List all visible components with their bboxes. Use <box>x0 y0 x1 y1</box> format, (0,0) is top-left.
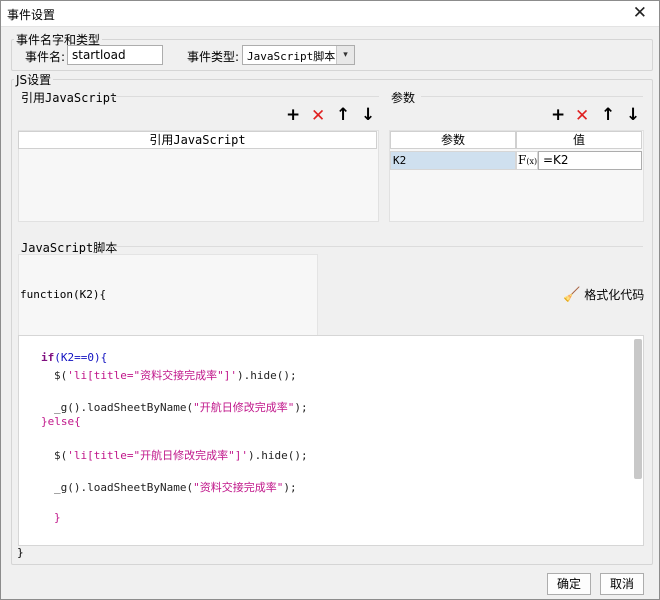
ref-js-divider <box>109 96 379 97</box>
param-name-text: K2 <box>393 154 407 167</box>
chevron-down-icon[interactable]: ▾ <box>336 46 354 64</box>
function-header: function(K2){ <box>18 254 318 336</box>
ref-js-title: 引用JavaScript <box>21 91 118 105</box>
event-type-label: 事件类型: <box>187 50 240 64</box>
editor-scrollbar[interactable] <box>634 339 642 479</box>
params-down-icon[interactable]: ↓ <box>626 106 640 124</box>
code-line-6: _g().loadSheetByName("资料交接完成率"); <box>54 481 297 494</box>
params-divider <box>421 96 643 97</box>
param-value-field[interactable]: =K2 <box>538 151 642 170</box>
title-bar: 事件设置 ✕ <box>1 1 659 27</box>
event-type-select[interactable]: JavaScript脚本 ▾ <box>242 45 355 65</box>
params-col-value: 值 <box>516 131 642 149</box>
format-code-label: 格式化代码 <box>584 288 645 302</box>
format-code-button[interactable]: 🧹 格式化代码 <box>563 286 644 303</box>
code-line-3: _g().loadSheetByName("开航日修改完成率"); <box>54 401 308 414</box>
ref-js-remove-icon[interactable]: ✕ <box>311 107 325 125</box>
function-closing-brace: } <box>17 546 24 559</box>
params-col-param: 参数 <box>390 131 516 149</box>
event-type-value: JavaScript脚本 <box>247 50 336 63</box>
cancel-button[interactable]: 取消 <box>600 573 644 595</box>
event-name-label: 事件名: <box>25 50 66 64</box>
ref-js-up-icon[interactable]: ↑ <box>336 106 350 124</box>
ref-js-down-icon[interactable]: ↓ <box>361 106 375 124</box>
ref-js-add-icon[interactable]: + <box>286 106 300 124</box>
dialog-title: 事件设置 <box>7 8 56 22</box>
code-line-4: }else{ <box>41 415 81 428</box>
broom-icon: 🧹 <box>563 287 581 303</box>
function-signature: function(K2){ <box>20 288 107 301</box>
params-up-icon[interactable]: ↑ <box>601 106 615 124</box>
code-line-2: $('li[title="资料交接完成率"]').hide(); <box>54 369 297 382</box>
param-name-cell[interactable]: K2 <box>390 151 516 170</box>
event-name-field[interactable]: startload <box>67 45 163 65</box>
params-add-icon[interactable]: + <box>551 106 565 124</box>
ok-button[interactable]: 确定 <box>547 573 591 595</box>
formula-icon[interactable]: F(x) <box>516 151 538 170</box>
close-icon[interactable]: ✕ <box>633 4 647 22</box>
event-settings-dialog: 事件设置 ✕ 事件名字和类型 事件名: startload 事件类型: Java… <box>0 0 660 600</box>
ref-js-column-header: 引用JavaScript <box>18 131 377 149</box>
code-line-7: } <box>54 511 61 524</box>
code-line-5: $('li[title="开航日修改完成率"]').hide(); <box>54 449 308 462</box>
js-settings-legend: JS设置 <box>16 73 52 87</box>
params-title: 参数 <box>391 91 416 105</box>
params-remove-icon[interactable]: ✕ <box>575 107 589 125</box>
code-line-1: if(K2==0){ <box>41 351 108 364</box>
script-divider <box>111 246 643 247</box>
